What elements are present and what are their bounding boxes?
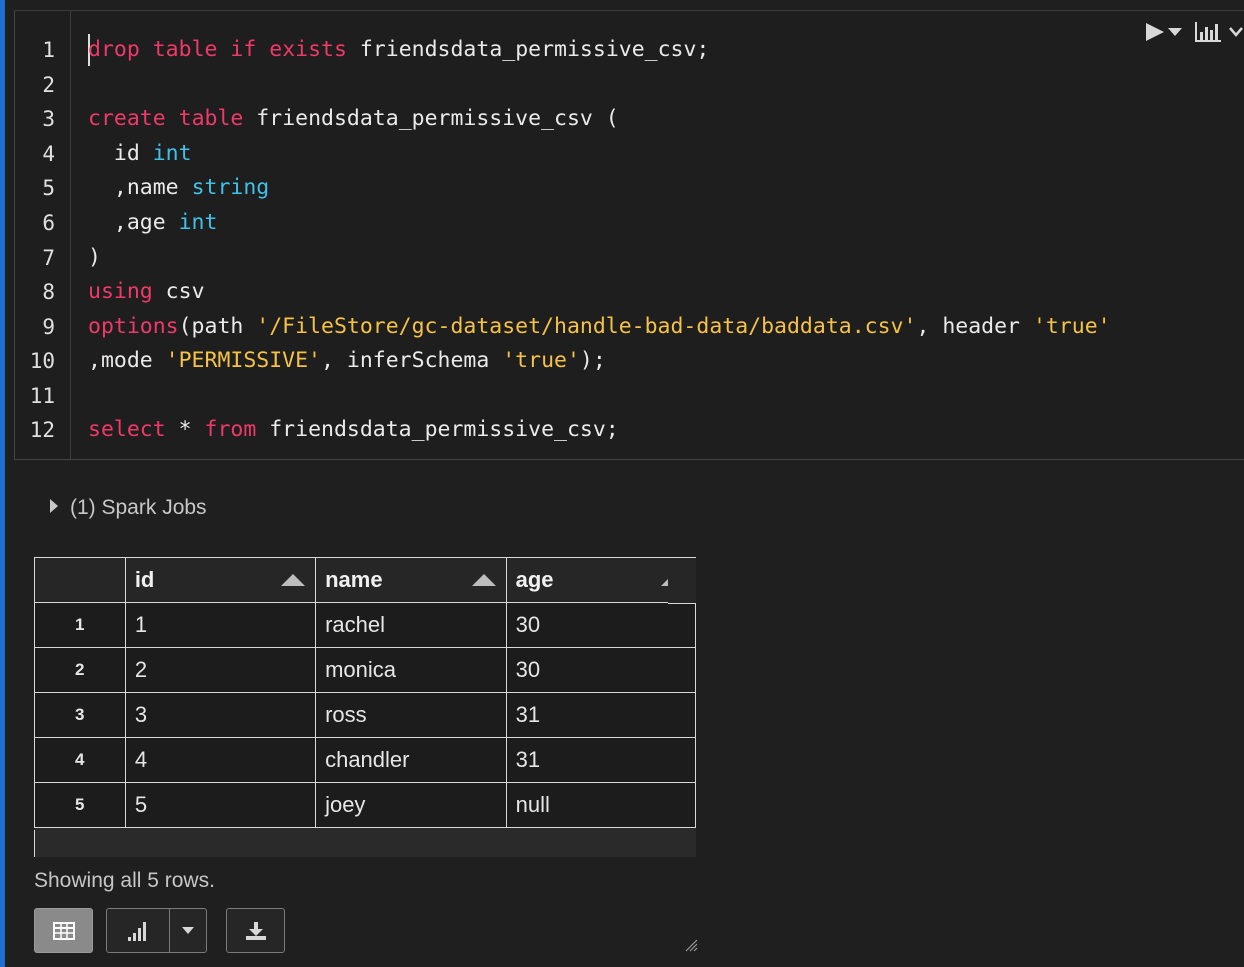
resize-handle-icon[interactable] xyxy=(684,938,698,952)
cell-name[interactable]: joey xyxy=(315,782,507,828)
bar-chart-icon[interactable] xyxy=(1194,21,1222,43)
row-index: 1 xyxy=(34,602,126,648)
code-line-6[interactable]: ,age int xyxy=(88,206,218,240)
line-number: 12 xyxy=(29,418,55,442)
code-line-1[interactable]: drop table if exists friendsdata_permiss… xyxy=(88,33,709,67)
code-line-9[interactable]: options(path '/FileStore/gc-dataset/hand… xyxy=(88,310,1111,344)
table-row: 5 5 joey null xyxy=(34,782,697,828)
column-header-name[interactable]: name xyxy=(315,557,507,603)
cell-focus-bar xyxy=(0,0,5,967)
table-row: 1 1 rachel 30 xyxy=(34,602,697,648)
sort-ascending-icon[interactable] xyxy=(281,574,306,586)
table-left-border xyxy=(34,830,35,857)
code-line-5[interactable]: ,name string xyxy=(88,171,269,205)
chart-view-segment[interactable] xyxy=(107,909,170,952)
cell-name[interactable]: rachel xyxy=(315,602,507,648)
table-view-button[interactable] xyxy=(34,908,93,953)
line-number: 3 xyxy=(42,107,55,131)
spark-jobs-toggle[interactable]: (1) Spark Jobs xyxy=(50,496,207,520)
line-number-gutter: 1 2 3 4 5 6 7 8 9 10 11 12 xyxy=(15,11,71,459)
cell-age[interactable]: 30 xyxy=(505,647,697,693)
code-line-3[interactable]: create table friendsdata_permissive_csv … xyxy=(88,102,619,136)
line-number: 4 xyxy=(42,142,55,166)
code-line-8[interactable]: using csv xyxy=(88,275,205,309)
row-index: 4 xyxy=(34,737,126,783)
code-line-7[interactable]: ) xyxy=(88,241,101,275)
table-row: 4 4 chandler 31 xyxy=(34,737,697,783)
column-header-label: name xyxy=(325,567,383,592)
line-number: 1 xyxy=(42,38,55,62)
code-line-12[interactable]: select * from friendsdata_permissive_csv… xyxy=(88,413,619,447)
line-number: 2 xyxy=(42,73,55,97)
play-icon[interactable] xyxy=(1145,22,1165,42)
bar-chart-icon xyxy=(128,921,146,941)
cell-id[interactable]: 5 xyxy=(124,782,317,828)
column-header-label: id xyxy=(134,567,155,592)
cell-id[interactable]: 3 xyxy=(124,692,317,738)
line-number: 6 xyxy=(42,211,55,235)
download-icon xyxy=(245,921,266,940)
code-line-4[interactable]: id int xyxy=(88,137,192,171)
table-row: 2 2 monica 30 xyxy=(34,647,697,693)
line-number: 10 xyxy=(29,349,55,373)
sort-ascending-icon[interactable] xyxy=(471,574,496,586)
expand-triangle-icon xyxy=(50,499,58,513)
line-number: 9 xyxy=(42,315,55,339)
header-filler xyxy=(668,557,696,604)
row-index: 3 xyxy=(34,692,126,738)
row-index: 5 xyxy=(34,782,126,828)
cell-name[interactable]: ross xyxy=(315,692,507,738)
cell-name[interactable]: monica xyxy=(315,647,507,693)
download-button[interactable] xyxy=(226,908,285,953)
cell-age[interactable]: 31 xyxy=(505,737,697,783)
code-line-10[interactable]: ,mode 'PERMISSIVE', inferSchema 'true'); xyxy=(88,344,606,378)
column-header-id[interactable]: id xyxy=(124,557,317,603)
column-header-label: age xyxy=(515,567,554,592)
result-table-container: id name age 1 1 rachel 30 2 2 monica 30 … xyxy=(34,557,697,857)
chart-menu-segment[interactable] xyxy=(170,909,206,952)
cell-id[interactable]: 1 xyxy=(124,602,317,648)
chart-view-button[interactable] xyxy=(106,908,207,953)
line-number: 11 xyxy=(29,384,55,408)
cell-age[interactable]: 30 xyxy=(505,602,697,648)
caret-down-icon xyxy=(182,926,194,934)
spark-jobs-label: (1) Spark Jobs xyxy=(70,496,207,519)
result-table: id name age 1 1 rachel 30 2 2 monica 30 … xyxy=(34,557,697,828)
row-count-text: Showing all 5 rows. xyxy=(34,869,215,892)
chevron-down-icon[interactable] xyxy=(1228,26,1244,38)
caret-down-icon[interactable] xyxy=(1168,28,1182,38)
line-number: 5 xyxy=(42,176,55,200)
cell-name[interactable]: chandler xyxy=(315,737,507,783)
row-index: 2 xyxy=(34,647,126,693)
row-index-header xyxy=(34,557,126,603)
table-icon xyxy=(52,921,75,940)
line-number: 7 xyxy=(42,246,55,270)
table-row: 3 3 ross 31 xyxy=(34,692,697,738)
cell-age[interactable]: null xyxy=(505,782,697,828)
cell-age[interactable]: 31 xyxy=(505,692,697,738)
line-number: 8 xyxy=(42,280,55,304)
cell-id[interactable]: 4 xyxy=(124,737,317,783)
cell-id[interactable]: 2 xyxy=(124,647,317,693)
